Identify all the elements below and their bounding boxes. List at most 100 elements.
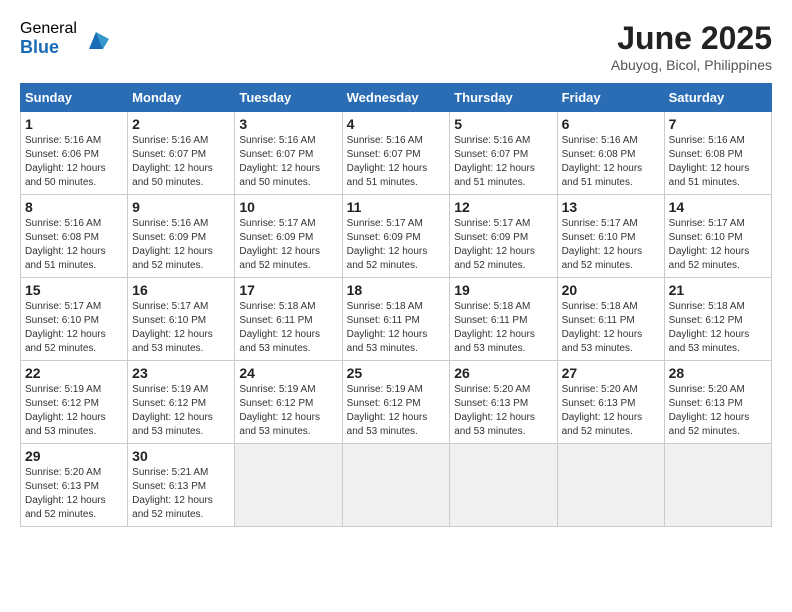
header-thursday: Thursday: [450, 84, 557, 112]
day-cell: 3 Sunrise: 5:16 AMSunset: 6:07 PMDaylight…: [235, 112, 342, 195]
day-cell: 18 Sunrise: 5:18 AMSunset: 6:11 PMDayligh…: [342, 278, 450, 361]
day-cell: 8Sunrise: 5:16 AMSunset: 6:08 PMDaylight…: [21, 195, 128, 278]
day-cell: 28 Sunrise: 5:20 AMSunset: 6:13 PMDayligh…: [664, 361, 771, 444]
day-info: Sunrise: 5:20 AMSunset: 6:13 PMDaylight:…: [454, 383, 552, 439]
day-cell: 9 Sunrise: 5:16 AMSunset: 6:09 PMDaylight…: [128, 195, 235, 278]
day-cell: 6 Sunrise: 5:16 AMSunset: 6:08 PMDaylight…: [557, 112, 664, 195]
day-cell: 30 Sunrise: 5:21 AMSunset: 6:13 PMDayligh…: [128, 444, 235, 527]
day-number: 8: [25, 199, 123, 215]
day-number: 6: [562, 116, 660, 132]
day-cell: 5 Sunrise: 5:16 AMSunset: 6:07 PMDaylight…: [450, 112, 557, 195]
day-number: 15: [25, 282, 123, 298]
day-info: Sunrise: 5:19 AMSunset: 6:12 PMDaylight:…: [347, 383, 446, 439]
day-number: 3: [239, 116, 337, 132]
day-info: Sunrise: 5:18 AMSunset: 6:11 PMDaylight:…: [562, 300, 660, 356]
empty-day-cell: [557, 444, 664, 527]
day-number: 24: [239, 365, 337, 381]
day-info: Sunrise: 5:18 AMSunset: 6:11 PMDaylight:…: [239, 300, 337, 356]
day-cell: 27 Sunrise: 5:20 AMSunset: 6:13 PMDayligh…: [557, 361, 664, 444]
calendar-week-row: 8Sunrise: 5:16 AMSunset: 6:08 PMDaylight…: [21, 195, 772, 278]
day-number: 19: [454, 282, 552, 298]
weekday-header-row: Sunday Monday Tuesday Wednesday Thursday…: [21, 84, 772, 112]
day-cell: 17Sunrise: 5:18 AMSunset: 6:11 PMDayligh…: [235, 278, 342, 361]
day-cell: 4 Sunrise: 5:16 AMSunset: 6:07 PMDaylight…: [342, 112, 450, 195]
day-info: Sunrise: 5:17 AMSunset: 6:09 PMDaylight:…: [239, 217, 337, 273]
day-info: Sunrise: 5:16 AMSunset: 6:07 PMDaylight:…: [347, 134, 446, 190]
day-number: 5: [454, 116, 552, 132]
day-number: 2: [132, 116, 230, 132]
day-cell: 24 Sunrise: 5:19 AMSunset: 6:12 PMDayligh…: [235, 361, 342, 444]
day-cell: 13Sunrise: 5:17 AMSunset: 6:10 PMDayligh…: [557, 195, 664, 278]
day-number: 20: [562, 282, 660, 298]
calendar-week-row: 22Sunrise: 5:19 AMSunset: 6:12 PMDayligh…: [21, 361, 772, 444]
empty-day-cell: [342, 444, 450, 527]
day-cell: 2 Sunrise: 5:16 AMSunset: 6:07 PMDaylight…: [128, 112, 235, 195]
day-number: 9: [132, 199, 230, 215]
empty-day-cell: [450, 444, 557, 527]
day-number: 21: [669, 282, 767, 298]
day-info: Sunrise: 5:16 AMSunset: 6:09 PMDaylight:…: [132, 217, 230, 273]
day-number: 25: [347, 365, 446, 381]
day-number: 7: [669, 116, 767, 132]
header-wednesday: Wednesday: [342, 84, 450, 112]
day-number: 23: [132, 365, 230, 381]
logo: General Blue: [20, 20, 111, 57]
day-info: Sunrise: 5:16 AMSunset: 6:06 PMDaylight:…: [25, 134, 123, 190]
page-header: General Blue June 2025 Abuyog, Bicol, Ph…: [20, 20, 772, 73]
day-cell: 12Sunrise: 5:17 AMSunset: 6:09 PMDayligh…: [450, 195, 557, 278]
header-friday: Friday: [557, 84, 664, 112]
day-number: 30: [132, 448, 230, 464]
day-number: 1: [25, 116, 123, 132]
day-cell: 23 Sunrise: 5:19 AMSunset: 6:12 PMDayligh…: [128, 361, 235, 444]
logo-icon: [81, 24, 111, 54]
day-cell: 11Sunrise: 5:17 AMSunset: 6:09 PMDayligh…: [342, 195, 450, 278]
day-cell: 1 Sunrise: 5:16 AMSunset: 6:06 PMDaylight…: [21, 112, 128, 195]
day-cell: 10 Sunrise: 5:17 AMSunset: 6:09 PMDayligh…: [235, 195, 342, 278]
calendar-body: 1 Sunrise: 5:16 AMSunset: 6:06 PMDaylight…: [21, 112, 772, 527]
empty-day-cell: [664, 444, 771, 527]
day-info: Sunrise: 5:16 AMSunset: 6:08 PMDaylight:…: [669, 134, 767, 190]
day-info: Sunrise: 5:16 AMSunset: 6:07 PMDaylight:…: [132, 134, 230, 190]
day-info: Sunrise: 5:16 AMSunset: 6:07 PMDaylight:…: [454, 134, 552, 190]
header-saturday: Saturday: [664, 84, 771, 112]
day-info: Sunrise: 5:18 AMSunset: 6:11 PMDaylight:…: [347, 300, 446, 356]
calendar-week-row: 29 Sunrise: 5:20 AMSunset: 6:13 PMDayligh…: [21, 444, 772, 527]
day-number: 12: [454, 199, 552, 215]
day-cell: 19 Sunrise: 5:18 AMSunset: 6:11 PMDayligh…: [450, 278, 557, 361]
day-info: Sunrise: 5:20 AMSunset: 6:13 PMDaylight:…: [25, 466, 123, 522]
day-number: 16: [132, 282, 230, 298]
day-number: 18: [347, 282, 446, 298]
day-number: 14: [669, 199, 767, 215]
day-info: Sunrise: 5:17 AMSunset: 6:09 PMDaylight:…: [347, 217, 446, 273]
day-number: 10: [239, 199, 337, 215]
day-number: 4: [347, 116, 446, 132]
day-cell: 15Sunrise: 5:17 AMSunset: 6:10 PMDayligh…: [21, 278, 128, 361]
day-number: 29: [25, 448, 123, 464]
logo-general: General: [20, 20, 77, 38]
day-info: Sunrise: 5:17 AMSunset: 6:10 PMDaylight:…: [669, 217, 767, 273]
day-info: Sunrise: 5:16 AMSunset: 6:08 PMDaylight:…: [562, 134, 660, 190]
day-info: Sunrise: 5:20 AMSunset: 6:13 PMDaylight:…: [669, 383, 767, 439]
day-info: Sunrise: 5:19 AMSunset: 6:12 PMDaylight:…: [25, 383, 123, 439]
day-number: 27: [562, 365, 660, 381]
day-info: Sunrise: 5:20 AMSunset: 6:13 PMDaylight:…: [562, 383, 660, 439]
day-cell: 20 Sunrise: 5:18 AMSunset: 6:11 PMDayligh…: [557, 278, 664, 361]
location: Abuyog, Bicol, Philippines: [611, 57, 772, 73]
day-cell: 26Sunrise: 5:20 AMSunset: 6:13 PMDayligh…: [450, 361, 557, 444]
day-cell: 14 Sunrise: 5:17 AMSunset: 6:10 PMDayligh…: [664, 195, 771, 278]
day-cell: 22Sunrise: 5:19 AMSunset: 6:12 PMDayligh…: [21, 361, 128, 444]
calendar-week-row: 15Sunrise: 5:17 AMSunset: 6:10 PMDayligh…: [21, 278, 772, 361]
day-info: Sunrise: 5:18 AMSunset: 6:12 PMDaylight:…: [669, 300, 767, 356]
day-number: 28: [669, 365, 767, 381]
day-info: Sunrise: 5:16 AMSunset: 6:07 PMDaylight:…: [239, 134, 337, 190]
day-info: Sunrise: 5:19 AMSunset: 6:12 PMDaylight:…: [239, 383, 337, 439]
day-info: Sunrise: 5:19 AMSunset: 6:12 PMDaylight:…: [132, 383, 230, 439]
day-cell: 29 Sunrise: 5:20 AMSunset: 6:13 PMDayligh…: [21, 444, 128, 527]
title-area: June 2025 Abuyog, Bicol, Philippines: [611, 20, 772, 73]
day-info: Sunrise: 5:18 AMSunset: 6:11 PMDaylight:…: [454, 300, 552, 356]
day-info: Sunrise: 5:21 AMSunset: 6:13 PMDaylight:…: [132, 466, 230, 522]
empty-day-cell: [235, 444, 342, 527]
day-cell: 21 Sunrise: 5:18 AMSunset: 6:12 PMDayligh…: [664, 278, 771, 361]
calendar-table: Sunday Monday Tuesday Wednesday Thursday…: [20, 83, 772, 527]
logo-blue: Blue: [20, 38, 77, 58]
